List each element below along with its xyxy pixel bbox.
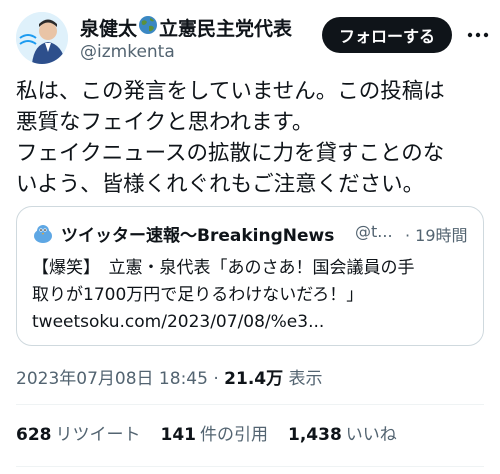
divider bbox=[16, 466, 484, 467]
bird-avatar-icon bbox=[32, 223, 54, 245]
author-name-prefix: 泉健太 bbox=[80, 18, 138, 40]
quoted-line: 【爆笑】 立憲・泉代表「あのさあ！国会議員の手 bbox=[32, 258, 415, 278]
tweet-line: いよう、皆様くれぐれもご注意ください。 bbox=[16, 172, 425, 197]
more-options-icon[interactable] bbox=[466, 26, 490, 44]
like-label: いいね bbox=[345, 425, 397, 445]
tweet-line: 私は、この発言をしていません。この投稿は bbox=[16, 79, 445, 104]
meta-separator: · bbox=[213, 369, 219, 389]
globe-icon bbox=[138, 15, 158, 40]
author-name[interactable]: 泉健太 立憲民主党代表 bbox=[80, 14, 292, 41]
like-count: 1,438 bbox=[288, 425, 342, 445]
quoted-tweet-card[interactable]: ツイッター速報〜BreakingNews @t... · 19時間 【爆笑】 立… bbox=[16, 206, 484, 346]
quoted-body: 【爆笑】 立憲・泉代表「あのさあ！国会議員の手 取りが1700万円で足りるわけな… bbox=[32, 255, 472, 336]
follow-button[interactable]: フォローする bbox=[322, 17, 452, 53]
author-handle[interactable]: @izmkenta bbox=[80, 42, 175, 62]
retweet-label: リツイート bbox=[55, 425, 141, 445]
quoted-author-name: ツイッター速報〜BreakingNews bbox=[61, 226, 335, 246]
tweet-line: フェイクニュースの拡散に力を貸すことのな bbox=[16, 141, 445, 166]
retweet-count: 628 bbox=[16, 425, 52, 445]
view-label: 表示 bbox=[288, 369, 323, 389]
quoted-timestamp: · 19時間 bbox=[405, 226, 468, 245]
engagement-stats: 628 リツイート 141 件の引用 1,438 いいね bbox=[16, 420, 397, 445]
quote-count: 141 bbox=[160, 425, 197, 445]
tweet-line: 悪質なフェイクと思われます。 bbox=[16, 110, 314, 135]
author-name-title: 立憲民主党代表 bbox=[159, 18, 293, 40]
quote-label: 件の引用 bbox=[200, 425, 268, 445]
view-count: 21.4万 bbox=[224, 369, 284, 389]
divider bbox=[16, 404, 484, 405]
retweet-stat[interactable]: 628 リツイート bbox=[16, 420, 141, 445]
tweet-body: 私は、この発言をしていません。この投稿は 悪質なフェイクと思われます。 フェイク… bbox=[16, 76, 491, 200]
quoted-link[interactable]: tweetsoku.com/2023/07/08/%e3... bbox=[32, 309, 472, 336]
like-stat[interactable]: 1,438 いいね bbox=[288, 420, 397, 445]
avatar[interactable] bbox=[16, 12, 68, 64]
quoted-author-handle: @t... bbox=[355, 222, 393, 241]
quoted-line: 取りが1700万円で足りるわけないだろ！」 bbox=[32, 285, 364, 305]
quote-stat[interactable]: 141 件の引用 bbox=[161, 420, 269, 445]
tweet-timestamp[interactable]: 2023年07月08日 18:45 bbox=[16, 369, 208, 389]
tweet-meta: 2023年07月08日 18:45 · 21.4万 表示 bbox=[16, 364, 323, 389]
